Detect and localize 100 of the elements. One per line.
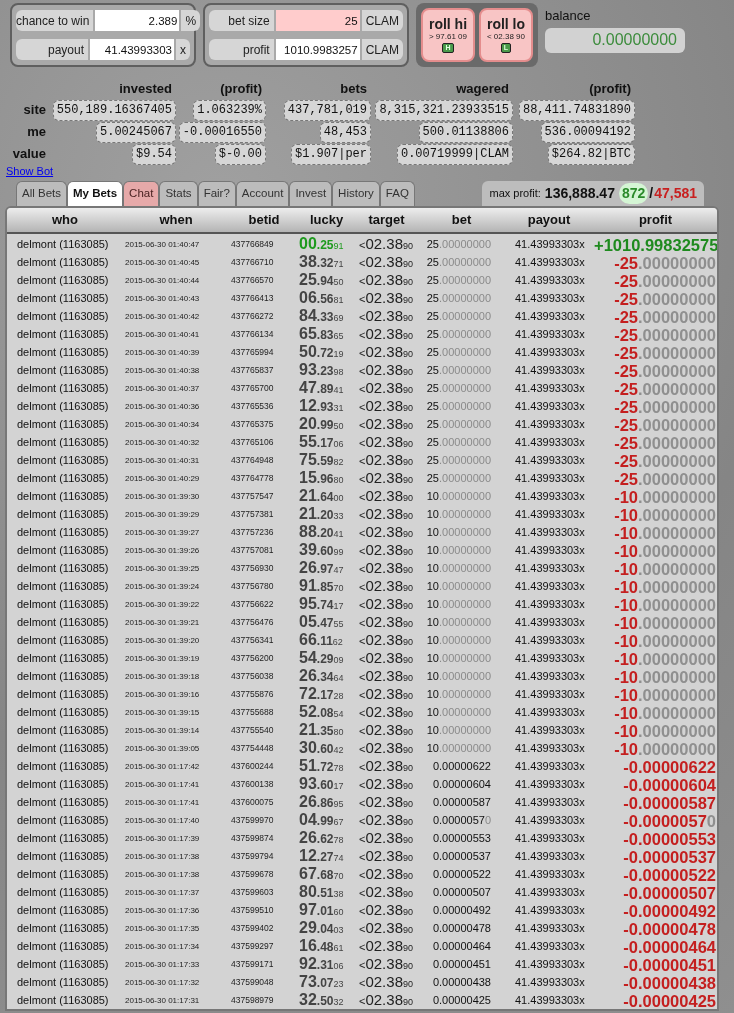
table-cell-text: 437765837 — [230, 364, 274, 377]
table-cell-text: 39.6099 — [299, 540, 344, 560]
table-cell-text: 41.43993303x — [514, 327, 585, 343]
table-cell-text: 2015-06-30 01:17:32 — [124, 976, 200, 989]
table-cell-text: delmont (1163085) — [16, 957, 109, 973]
table-cell-text: 41.43993303x — [514, 687, 585, 703]
table-cell-text: 41.43993303x — [514, 453, 585, 469]
table-cell-text: 21.6400 — [299, 486, 344, 506]
table-cell-text: 437600244 — [230, 760, 274, 773]
table-cell-text: <02.3890 — [358, 468, 413, 488]
table-cell-text: delmont (1163085) — [16, 453, 109, 469]
table-cell: -25.00000000 — [614, 271, 717, 290]
table-cell-text: 0.00000537 — [432, 849, 492, 865]
table-cell-text: 54.2909 — [299, 648, 344, 668]
table-cell-text: 2015-06-30 01:40:39 — [124, 346, 200, 359]
table-cell-text: 2015-06-30 01:40:41 — [124, 328, 200, 341]
column-header: when — [159, 210, 193, 229]
table-cell-text: 2015-06-30 01:17:31 — [124, 994, 200, 1007]
table-cell-text: 41.43993303x — [514, 795, 585, 811]
table-cell-text: 437599678 — [230, 868, 274, 881]
table-cell: -10.00000000 — [614, 577, 717, 596]
amount-field[interactable]: 2.389 — [95, 10, 180, 31]
table-cell-text: 25.00000000 — [426, 435, 492, 451]
table-cell-text: 41.43993303x — [514, 615, 585, 631]
table-cell-text: delmont (1163085) — [16, 291, 109, 307]
table-cell-text: 437599874 — [230, 832, 274, 845]
table-cell-text: 10.00000000 — [426, 543, 492, 559]
table-cell-text: 97.0160 — [299, 900, 344, 920]
table-cell-text: 25.00000000 — [426, 417, 492, 433]
table-cell-text: 41.43993303x — [514, 651, 585, 667]
table-cell: -25.00000000 — [614, 397, 717, 416]
tab[interactable]: My Bets — [67, 180, 124, 206]
table-cell: -25.00000000 — [614, 451, 717, 470]
table-cell-text: 67.6870 — [299, 864, 344, 884]
table-cell-text: 41.43993303x — [514, 993, 585, 1009]
table-cell-text: 41.43993303x — [514, 435, 585, 451]
table-cell-text: 25.00000000 — [426, 291, 492, 307]
table-cell-text: 2015-06-30 01:17:41 — [124, 778, 200, 791]
table-cell-text: 437599297 — [230, 940, 274, 953]
table-cell-text: 41.43993303x — [514, 345, 585, 361]
table-cell-text: 72.1728 — [299, 684, 344, 704]
table-cell-text: 437599510 — [230, 904, 274, 917]
table-cell-text: <02.3890 — [358, 432, 413, 452]
table-cell-text: 41.43993303x — [514, 723, 585, 739]
tab[interactable]: Account — [235, 180, 290, 206]
table-cell-text: 10.00000000 — [426, 705, 492, 721]
unit-label: x — [176, 39, 190, 60]
table-cell-text: 2015-06-30 01:39:29 — [124, 508, 200, 521]
table-cell-text: 41.43993303x — [514, 633, 585, 649]
max-profit-label: max profit: — [489, 185, 541, 201]
tab[interactable]: History — [332, 180, 380, 206]
table-cell-text: 2015-06-30 01:40:32 — [124, 436, 200, 449]
table-cell: -10.00000000 — [614, 703, 717, 722]
tab[interactable]: Stats — [159, 180, 198, 206]
stats-value: 88,411.74831890 — [518, 99, 635, 121]
table-cell-text: 20.9950 — [299, 414, 344, 434]
tab[interactable]: Invest — [289, 180, 333, 206]
balance-label: balance — [545, 7, 592, 25]
table-cell-text: 2015-06-30 01:39:15 — [124, 706, 200, 719]
tab[interactable]: All Bets — [16, 180, 67, 206]
table-cell-text: <02.3890 — [358, 504, 413, 524]
table-cell-text: <02.3890 — [358, 378, 413, 398]
table-cell-text: 51.7278 — [299, 756, 344, 776]
amount-field[interactable]: 25 — [275, 10, 360, 31]
table-cell-text: <02.3890 — [358, 612, 413, 632]
table-cell-text: 41.43993303x — [514, 705, 585, 721]
stats-header: bets — [340, 80, 368, 98]
table-cell-text: 10.00000000 — [426, 489, 492, 505]
table-cell: -10.00000000 — [614, 667, 717, 686]
stats-header: invested — [119, 80, 173, 98]
table-cell-text: 10.00000000 — [426, 669, 492, 685]
table-cell-text: 26.6278 — [299, 828, 344, 848]
table-cell-text: 84.3369 — [299, 306, 344, 326]
table-cell-text: delmont (1163085) — [16, 867, 109, 883]
table-cell: -0.00000570 — [623, 811, 717, 830]
stats-header: wagered — [456, 80, 510, 98]
table-cell-text: 10.00000000 — [426, 597, 492, 613]
table-cell-text: <02.3890 — [358, 738, 413, 758]
table-cell-text: 41.43993303x — [514, 273, 585, 289]
table-cell-text: 2015-06-30 01:17:33 — [124, 958, 200, 971]
table-cell-text: 10.00000000 — [426, 741, 492, 757]
tab[interactable]: FAQ — [379, 180, 415, 206]
table-cell-text: 0.00000570 — [432, 813, 492, 829]
tab[interactable]: Fair? — [197, 180, 236, 206]
loss-count: 47,581 — [654, 183, 697, 203]
table-cell-text: 66.1162 — [299, 630, 343, 650]
table-cell-text: delmont (1163085) — [16, 579, 109, 595]
amount-field[interactable]: 1010.9983257 — [275, 39, 360, 60]
tab[interactable]: Chat — [123, 180, 160, 206]
table-cell-text: delmont (1163085) — [16, 525, 109, 541]
table-cell-text: 2015-06-30 01:17:40 — [124, 814, 200, 827]
table-cell-text: 00.2591 — [299, 234, 344, 254]
table-cell: -10.00000000 — [614, 649, 717, 668]
table-cell-text: <02.3890 — [358, 792, 413, 812]
table-cell-text: 0.00000507 — [432, 885, 492, 901]
table-cell-text: delmont (1163085) — [16, 831, 109, 847]
table-cell-text: 41.43993303x — [514, 885, 585, 901]
table-cell-text: 2015-06-30 01:39:30 — [124, 490, 200, 503]
table-cell-text: 437766570 — [230, 274, 274, 287]
amount-field[interactable]: 41.43993303 — [90, 39, 174, 60]
